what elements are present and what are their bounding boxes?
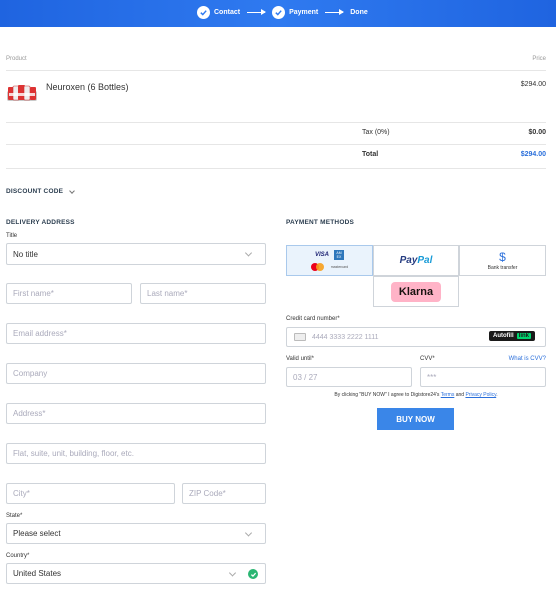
- delivery-heading: DELIVERY ADDRESS: [6, 219, 75, 226]
- mastercard-icon: [310, 263, 325, 271]
- chevron-down-icon: [69, 187, 75, 194]
- privacy-policy-link[interactable]: Privacy Policy: [465, 392, 496, 398]
- payment-method-paypal[interactable]: PayPal: [373, 245, 459, 276]
- price-column-header: Price: [532, 56, 546, 62]
- title-select-value: No title: [13, 249, 38, 259]
- country-label: Country*: [6, 553, 30, 559]
- check-icon: [197, 6, 210, 19]
- product-price: $294.00: [520, 81, 546, 88]
- check-circle-icon: [248, 569, 258, 579]
- arrow-icon: [325, 9, 345, 15]
- chevron-down-icon: [244, 249, 253, 257]
- title-select[interactable]: No title: [6, 243, 266, 265]
- address-placeholder: Address*: [13, 409, 46, 418]
- country-select-value: United States: [13, 569, 62, 578]
- divider: [6, 168, 546, 169]
- step-payment: Payment: [289, 9, 319, 16]
- payment-heading: PAYMENT METHODS: [286, 219, 355, 226]
- payment-method-bank-transfer[interactable]: $ Bank transfer: [459, 245, 546, 276]
- product-column-header: Product: [6, 56, 27, 62]
- autofill-link-button[interactable]: Autofill link: [488, 331, 535, 341]
- country-select[interactable]: United States: [6, 563, 266, 584]
- cvv-label: CVV*: [420, 356, 435, 362]
- terms-text: By clicking "BUY NOW" I agree to Digisto…: [334, 392, 498, 398]
- total-value: $294.00: [520, 151, 546, 158]
- tax-label: Tax (0%): [362, 129, 390, 136]
- valid-until-field[interactable]: 03 / 27: [286, 367, 412, 387]
- card-number-label: Credit card number*: [286, 316, 340, 322]
- step-done: Done: [350, 9, 368, 16]
- card-number-field[interactable]: 4444 3333 2222 1111 Autofill link: [286, 327, 546, 347]
- arrow-icon: [247, 9, 267, 15]
- discount-code-label: DISCOUNT CODE: [6, 188, 64, 195]
- divider: [6, 70, 546, 71]
- address-field[interactable]: Address*: [6, 403, 266, 424]
- chevron-down-icon: [228, 568, 237, 577]
- payment-method-klarna[interactable]: Klarna: [373, 276, 459, 307]
- what-is-cvv-link[interactable]: What is CVV?: [509, 356, 546, 362]
- company-field[interactable]: Company: [6, 363, 266, 384]
- product-name: Neuroxen (6 Bottles): [46, 82, 129, 92]
- card-logos: VISA AM EX: [315, 250, 344, 260]
- divider: [6, 122, 546, 123]
- dollar-icon: $: [499, 249, 506, 264]
- valid-until-label: Valid until*: [286, 356, 314, 362]
- last-name-field[interactable]: Last name*: [140, 283, 266, 304]
- last-name-placeholder: Last name*: [147, 289, 188, 298]
- tax-value: $0.00: [528, 129, 546, 136]
- klarna-logo: Klarna: [390, 281, 442, 302]
- checkout-steps: Contact Payment Done: [197, 6, 368, 19]
- state-select[interactable]: Please select: [6, 523, 266, 544]
- email-placeholder: Email address*: [13, 329, 67, 338]
- autofill-label: Autofill: [492, 333, 514, 339]
- city-placeholder: City*: [13, 489, 30, 498]
- total-label: Total: [362, 151, 379, 158]
- step-contact: Contact: [214, 9, 241, 16]
- paypal-logo: PayPal: [399, 255, 433, 266]
- discount-code-toggle[interactable]: DISCOUNT CODE: [6, 187, 75, 195]
- email-field[interactable]: Email address*: [6, 323, 266, 344]
- state-select-value: Please select: [13, 529, 61, 538]
- mastercard-label: mastercard: [330, 265, 349, 269]
- buy-now-button[interactable]: BUY NOW: [377, 408, 454, 430]
- cvv-field[interactable]: ***: [420, 367, 546, 387]
- address2-field[interactable]: Flat, suite, unit, building, floor, etc.: [6, 443, 266, 464]
- link-logo: link: [516, 333, 531, 339]
- company-placeholder: Company: [13, 369, 48, 378]
- city-field[interactable]: City*: [6, 483, 175, 504]
- payment-method-card[interactable]: VISA AM EX mastercard: [286, 245, 373, 276]
- visa-logo: VISA: [314, 252, 329, 258]
- chevron-down-icon: [244, 528, 253, 537]
- bank-transfer-label: Bank transfer: [487, 264, 518, 271]
- first-name-field[interactable]: First name*: [6, 283, 132, 304]
- cvv-placeholder: ***: [427, 372, 437, 382]
- card-number-placeholder: 4444 3333 2222 1111: [312, 333, 379, 341]
- terms-link[interactable]: Terms: [441, 392, 455, 398]
- zip-placeholder: ZIP Code*: [189, 489, 226, 498]
- amex-logo: AM EX: [334, 250, 344, 260]
- check-icon: [272, 6, 286, 19]
- state-label: State*: [6, 513, 23, 519]
- address2-placeholder: Flat, suite, unit, building, floor, etc.: [13, 449, 134, 458]
- product-image: [6, 84, 38, 102]
- valid-until-placeholder: 03 / 27: [293, 372, 318, 382]
- zip-field[interactable]: ZIP Code*: [182, 483, 266, 504]
- credit-card-icon: [294, 333, 306, 341]
- title-label: Title: [6, 233, 18, 239]
- divider: [6, 144, 546, 145]
- checkout-header: Contact Payment Done: [0, 0, 556, 27]
- first-name-placeholder: First name*: [13, 289, 54, 298]
